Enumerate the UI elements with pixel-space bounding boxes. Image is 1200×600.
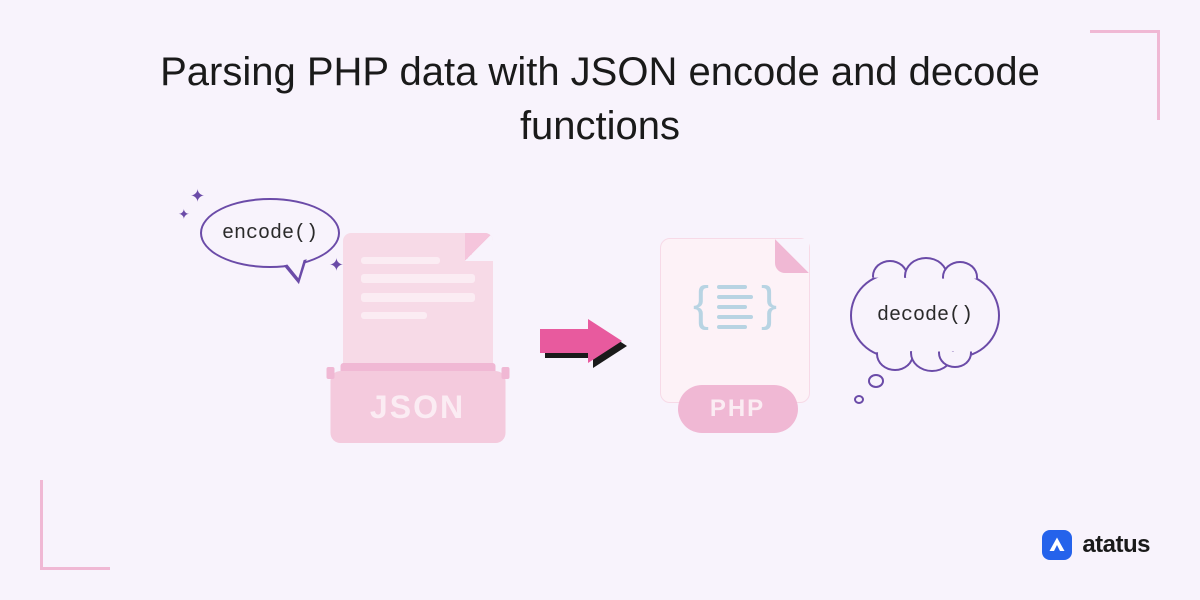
- php-document-icon: { }: [660, 238, 810, 403]
- php-label-badge: PHP: [678, 385, 798, 433]
- encode-bubble-wrapper: ✦ ✦ encode() ✦ ✦: [200, 198, 340, 268]
- page-title: Parsing PHP data with JSON encode and de…: [0, 0, 1200, 153]
- encode-speech-bubble: encode(): [200, 198, 340, 268]
- brand-mark-icon: [1048, 536, 1066, 554]
- brand-logo: atatus: [1042, 530, 1150, 560]
- decorative-corner-top-right: [1090, 30, 1160, 120]
- encode-label: encode(): [222, 222, 318, 245]
- sparkle-icon: ✦: [190, 186, 205, 207]
- php-label-text: PHP: [710, 395, 765, 423]
- decode-label: decode(): [877, 304, 973, 327]
- php-file-icon: { } PHP: [660, 238, 815, 433]
- encode-group: ✦ ✦ encode() ✦ ✦ JSON: [200, 208, 505, 443]
- code-braces-icon: { }: [661, 239, 809, 370]
- speech-tail-icon: [284, 259, 313, 286]
- illustration-container: ✦ ✦ encode() ✦ ✦ JSON: [0, 208, 1200, 443]
- json-label-badge: JSON: [330, 371, 505, 443]
- decode-cloud-wrapper: decode(): [850, 273, 1000, 358]
- cloud-tail-icon: [854, 395, 864, 404]
- brand-logo-icon: [1042, 530, 1072, 560]
- decorative-corner-bottom-left: [40, 480, 110, 570]
- json-document-icon: [343, 233, 493, 378]
- cloud-tail-icon: [868, 374, 884, 388]
- decode-thought-cloud: decode(): [850, 273, 1000, 358]
- arrow-icon: [540, 319, 625, 363]
- document-lines-decoration: [343, 233, 493, 353]
- sparkle-icon: ✦: [178, 206, 190, 223]
- json-file-icon: JSON: [330, 233, 505, 443]
- brand-name: atatus: [1082, 531, 1150, 559]
- json-label-text: JSON: [370, 389, 465, 426]
